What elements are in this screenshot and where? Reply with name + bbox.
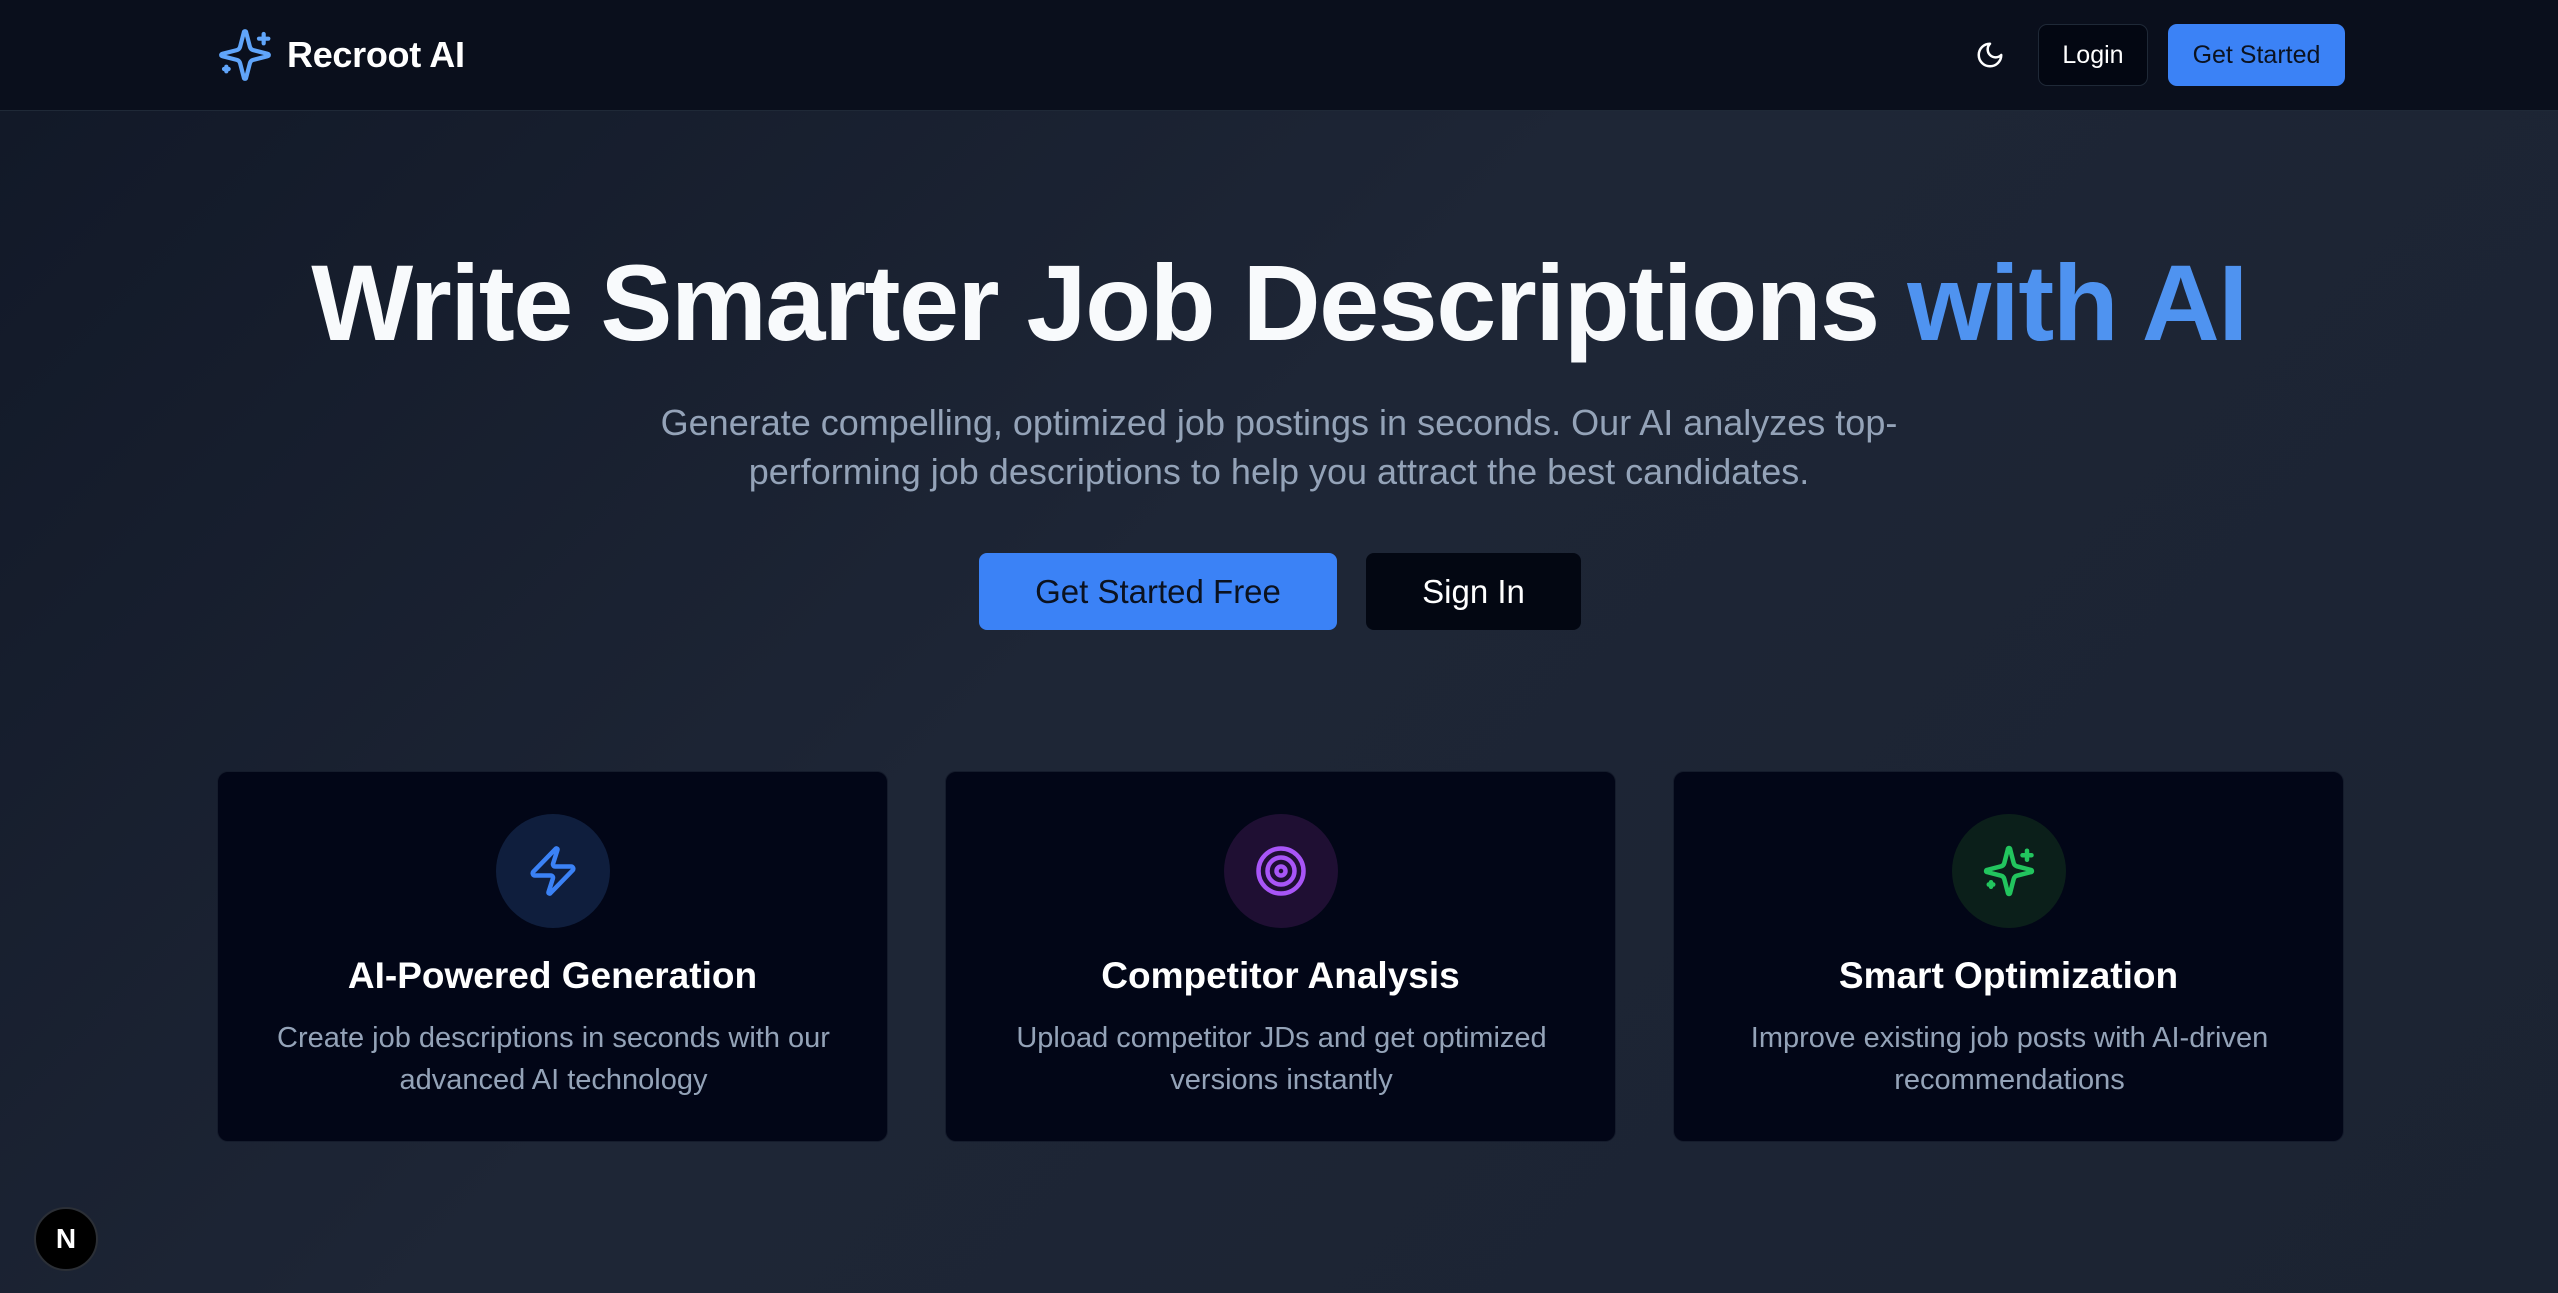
feature-icon-wrapper [1952,814,2066,928]
feature-card-ai-generation: AI-Powered Generation Create job descrip… [217,771,888,1142]
hero-subtitle: Generate compelling, optimized job posti… [660,402,1898,492]
sign-in-button[interactable]: Sign In [1366,553,1581,630]
feature-icon-wrapper [496,814,610,928]
feature-description: Improve existing job posts with AI-drive… [1750,1022,2269,1096]
feature-description: Create job descriptions in seconds with … [277,1022,830,1096]
dev-tools-badge[interactable]: N [34,1207,98,1271]
brand-name: Recroot AI [287,34,465,75]
hero-title: Write Smarter Job Descriptions with AI [0,238,2558,368]
top-navbar: Recroot AI Login Get Started [0,0,2558,111]
moon-icon [1977,42,2003,68]
theme-toggle-button[interactable] [1965,30,2015,80]
login-button[interactable]: Login [2038,24,2148,86]
feature-title: Competitor Analysis [1101,955,1460,996]
feature-icon-wrapper [1224,814,1338,928]
brand-logo[interactable]: Recroot AI [217,25,465,85]
get-started-button[interactable]: Get Started [2168,24,2345,86]
get-started-free-button[interactable]: Get Started Free [979,553,1337,630]
feature-title: Smart Optimization [1838,955,2179,996]
feature-description: Upload competitor JDs and get optimized … [1016,1022,1547,1096]
feature-card-smart-optimization: Smart Optimization Improve existing job … [1673,771,2344,1142]
sparkles-icon [1983,845,2035,897]
hero-title-main: Write Smarter Job Descriptions [311,242,1908,363]
feature-card-competitor-analysis: Competitor Analysis Upload competitor JD… [945,771,1616,1142]
feature-title: AI-Powered Generation [347,955,758,996]
target-icon [1256,846,1306,896]
lightning-icon [530,846,576,896]
sparkles-logo-icon [219,29,271,81]
hero-title-accent: with AI [1907,242,2248,363]
